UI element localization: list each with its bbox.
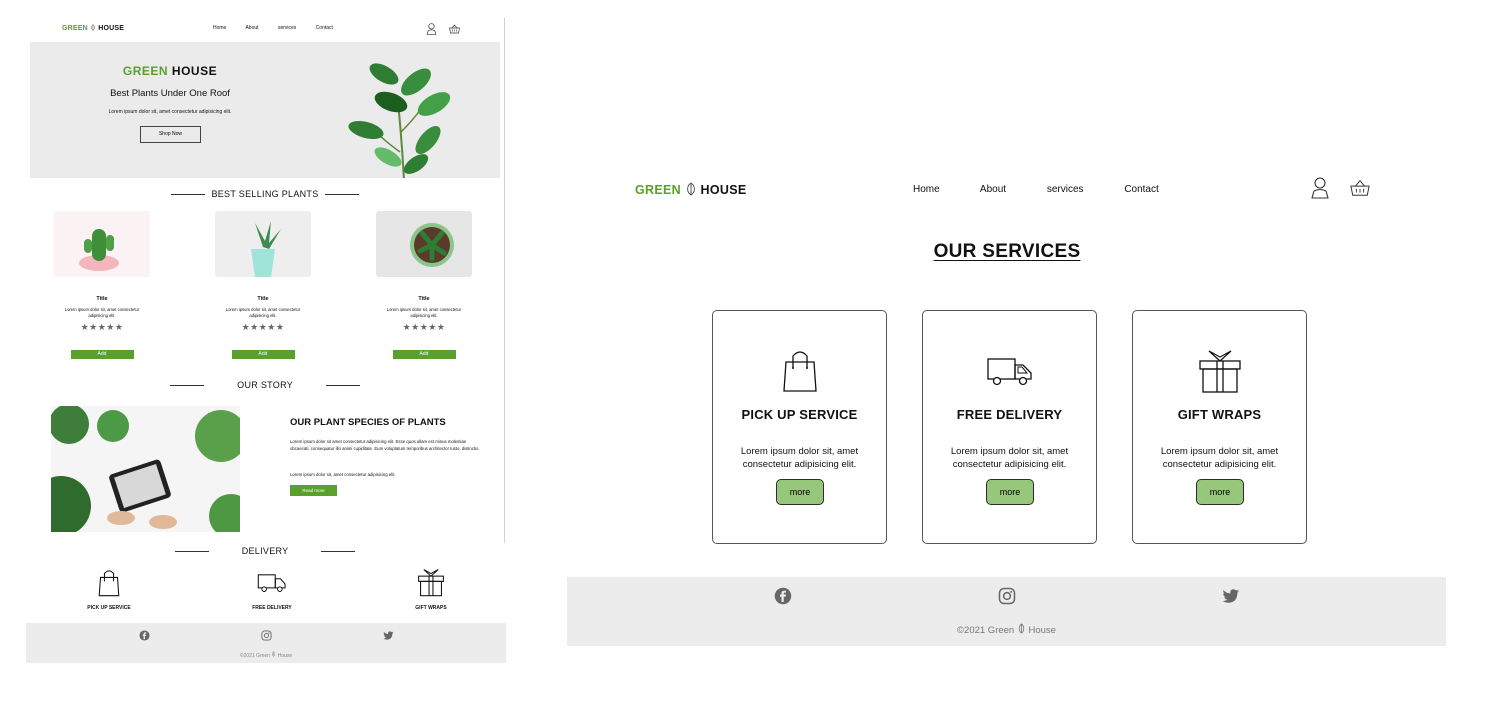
home-footer: ©2021 Green House [26, 623, 506, 663]
divider [170, 194, 205, 196]
basket-icon[interactable] [1350, 177, 1371, 199]
home-navbar: GREEN HOUSE Home About services Contact [26, 18, 504, 40]
nav-home-link[interactable]: Home [913, 184, 940, 195]
truck-icon [986, 358, 1032, 386]
homepage-preview: GREEN HOUSE Home About services Contact … [26, 18, 506, 663]
divider [325, 194, 360, 196]
user-icon[interactable] [426, 23, 437, 35]
product-card: Title Lorem ipsum dolor sit, amet consec… [376, 211, 472, 359]
service-card-gift: GIFT WRAPS Lorem ipsum dolor sit, amet c… [1132, 310, 1307, 544]
leaf-icon [686, 182, 695, 196]
home-service-gift: GIFT WRAPS [391, 566, 471, 611]
product-description: Lorem ipsum dolor sit, amet consectetur … [386, 307, 462, 318]
nav-about-link[interactable]: About [980, 184, 1006, 195]
read-more-button[interactable]: Read more [290, 485, 337, 496]
home-logo[interactable]: GREEN HOUSE [62, 24, 124, 32]
footer: ©2021 Green House [567, 577, 1446, 646]
product-image-succulent [215, 211, 311, 277]
logo[interactable]: GREEN HOUSE [635, 182, 746, 197]
service-description: Lorem ipsum dolor sit, amet consectetur … [950, 446, 1069, 470]
hero-description: Lorem ipsum dolor sit, amet consectetur … [108, 109, 232, 115]
nav-about-link[interactable]: About [245, 25, 258, 31]
divider [325, 385, 360, 387]
nav-contact-link[interactable]: Contact [316, 25, 333, 31]
leaf-icon [91, 24, 95, 31]
navbar: GREEN HOUSE Home About services Contact [567, 172, 1447, 208]
hero-banner: GREEN HOUSE Best Plants Under One Roof L… [30, 42, 500, 178]
shop-now-button[interactable]: Shop Now [140, 126, 201, 143]
add-to-cart-button[interactable]: Add [70, 350, 134, 359]
product-title: Title [96, 296, 108, 302]
delivery-heading: DELIVERY [26, 546, 504, 556]
story-title: OUR PLANT SPECIES OF PLANTS [290, 417, 446, 428]
hero-plant-image [348, 63, 451, 178]
divider [174, 551, 209, 553]
shopping-bag-icon [782, 351, 817, 392]
best-selling-heading: BEST SELLING PLANTS [26, 189, 504, 199]
gift-icon [1198, 350, 1241, 393]
home-service-pickup: PICK UP SERVICE [69, 566, 149, 611]
service-title: PICK UP SERVICE [741, 407, 858, 422]
service-card-delivery: FREE DELIVERY Lorem ipsum dolor sit, ame… [922, 310, 1097, 544]
star-rating: ★★★★★ [402, 322, 446, 332]
scrollbar-track[interactable] [504, 18, 505, 543]
home-service-delivery: FREE DELIVERY [232, 566, 312, 611]
divider [321, 551, 356, 553]
copyright: ©2021 Green House [957, 623, 1056, 636]
leaf-icon [272, 651, 276, 657]
service-description: Lorem ipsum dolor sit, amet consectetur … [1160, 446, 1279, 470]
instagram-icon[interactable] [261, 630, 272, 641]
product-description: Lorem ipsum dolor sit, amet consectetur … [64, 307, 140, 318]
leaf-icon [1018, 623, 1025, 634]
more-button[interactable]: more [1196, 479, 1244, 505]
star-rating: ★★★★★ [241, 322, 285, 332]
facebook-icon[interactable] [139, 630, 150, 641]
gift-icon [418, 569, 444, 597]
product-card: Title Lorem ipsum dolor sit, amet consec… [215, 211, 311, 359]
story-paragraph: Lorem ipsum dolor sit amet consectetur a… [290, 439, 480, 451]
truck-icon [257, 574, 286, 592]
home-nav-icons [426, 22, 468, 40]
facebook-icon[interactable] [774, 587, 792, 605]
service-title: GIFT WRAPS [1177, 407, 1262, 422]
product-image-cactus [54, 211, 150, 277]
product-title: Title [257, 296, 269, 302]
nav-home-link[interactable]: Home [213, 25, 226, 31]
nav-links: Home About services Contact [913, 184, 1197, 195]
service-description: Lorem ipsum dolor sit, amet consectetur … [740, 446, 859, 470]
service-title: FREE DELIVERY [956, 407, 1063, 422]
product-card: Title Lorem ipsum dolor sit, amet consec… [54, 211, 150, 359]
nav-services-link[interactable]: services [1047, 184, 1084, 195]
more-button[interactable]: more [776, 479, 824, 505]
nav-services-link[interactable]: services [278, 25, 296, 31]
hero-subtitle: Best Plants Under One Roof [110, 88, 230, 99]
twitter-icon[interactable] [1222, 587, 1240, 605]
more-button[interactable]: more [986, 479, 1034, 505]
divider [170, 385, 205, 387]
story-image [51, 406, 240, 532]
product-title: Title [418, 296, 430, 302]
our-story-heading: OUR STORY [26, 380, 504, 390]
product-image-potted-plant [376, 211, 472, 277]
hero-title: GREEN HOUSE [122, 64, 218, 78]
instagram-icon[interactable] [998, 587, 1016, 605]
home-nav-links: Home About services Contact [213, 25, 351, 31]
star-rating: ★★★★★ [80, 322, 124, 332]
home-copyright: ©2021 Green House [239, 651, 293, 659]
add-to-cart-button[interactable]: Add [231, 350, 295, 359]
page-title: OUR SERVICES [933, 241, 1081, 262]
basket-icon[interactable] [449, 23, 461, 35]
story-paragraph: Lorem ipsum dolor sit, amet consectetur … [290, 472, 396, 477]
add-to-cart-button[interactable]: Add [392, 350, 456, 359]
nav-contact-link[interactable]: Contact [1124, 184, 1158, 195]
twitter-icon[interactable] [383, 630, 394, 641]
product-description: Lorem ipsum dolor sit, amet consectetur … [225, 307, 301, 318]
shopping-bag-icon [98, 570, 120, 597]
service-card-pickup: PICK UP SERVICE Lorem ipsum dolor sit, a… [712, 310, 887, 544]
user-icon[interactable] [1310, 177, 1330, 199]
nav-icons [1310, 177, 1386, 199]
